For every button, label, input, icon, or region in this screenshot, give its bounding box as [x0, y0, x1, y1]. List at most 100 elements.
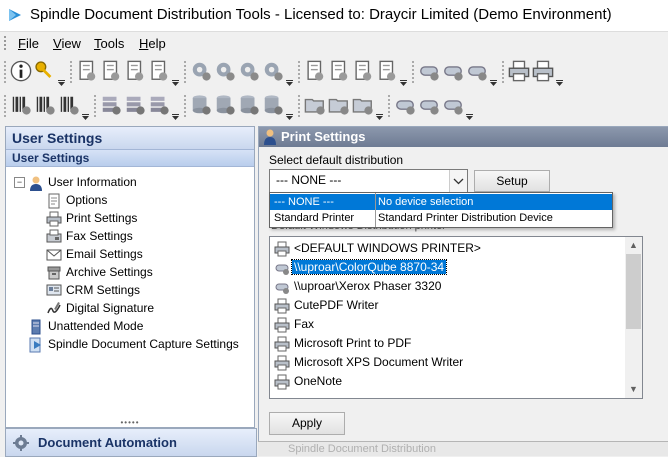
printer-list-item[interactable]: \\uproar\Xerox Phaser 3320: [274, 277, 443, 296]
form-remove-button[interactable]: [328, 60, 350, 82]
printer-remove-button[interactable]: [532, 60, 554, 82]
toolbar-grip[interactable]: [94, 95, 98, 117]
printer-list-item[interactable]: CutePDF Writer: [274, 296, 380, 315]
document-edit-button[interactable]: [124, 60, 146, 82]
document-refresh-button[interactable]: [148, 60, 170, 82]
setup-button[interactable]: Setup: [474, 170, 550, 192]
toolbar-overflow-icon[interactable]: [556, 75, 563, 86]
toolbar-overflow-icon[interactable]: [466, 109, 473, 120]
spindle-distribution-tab[interactable]: Spindle Document Distribution: [258, 441, 668, 456]
folder-add-button[interactable]: [304, 94, 326, 116]
toolbar-grip[interactable]: [70, 61, 74, 83]
scroll-down-icon[interactable]: ▼: [625, 381, 642, 398]
toolbar-overflow-icon[interactable]: [172, 109, 179, 120]
toolbar-overflow-icon[interactable]: [400, 75, 407, 86]
form-refresh-button[interactable]: [376, 60, 398, 82]
network-remove-button[interactable]: [418, 94, 440, 116]
form-edit-button[interactable]: [352, 60, 374, 82]
toolbar-grip[interactable]: [298, 61, 302, 83]
toolbar-overflow-icon[interactable]: [286, 109, 293, 120]
scroll-thumb[interactable]: [626, 254, 641, 329]
toolbar-grip[interactable]: [388, 95, 392, 117]
toolbar-grip[interactable]: [184, 95, 188, 117]
tree-item-archive-settings[interactable]: Archive Settings: [46, 263, 153, 281]
menu-tools[interactable]: Tools: [94, 36, 124, 51]
toolbar-overflow-icon[interactable]: [286, 75, 293, 86]
folder-remove-button[interactable]: [328, 94, 350, 116]
tree-item-digital-signature[interactable]: Digital Signature: [46, 299, 154, 317]
toolbar-overflow-icon[interactable]: [490, 75, 497, 86]
dropdown-option-standard-printer[interactable]: Standard Printer Standard Printer Distri…: [270, 210, 612, 226]
default-distribution-combo[interactable]: --- NONE ---: [269, 169, 468, 193]
tree-item-fax-settings[interactable]: Fax Settings: [46, 227, 133, 245]
database-remove-button[interactable]: [214, 94, 236, 116]
tree-item-spindle-document-capture-settings[interactable]: Spindle Document Capture Settings: [28, 335, 239, 353]
apply-button[interactable]: Apply: [269, 412, 345, 435]
document-automation-tab[interactable]: Document Automation: [5, 428, 257, 457]
gear-remove-button[interactable]: [214, 60, 236, 82]
toolbar-grip[interactable]: [4, 61, 8, 83]
toolbar-overflow-icon[interactable]: [58, 75, 65, 86]
stack-edit-button[interactable]: [148, 94, 170, 116]
barcode-add-button[interactable]: [10, 94, 32, 116]
printer-icon: [274, 298, 290, 314]
database-add-button[interactable]: [190, 94, 212, 116]
printer-list-item[interactable]: OneNote: [274, 372, 344, 391]
tree-item-print-settings[interactable]: Print Settings: [46, 209, 137, 227]
network-add-button[interactable]: [394, 94, 416, 116]
tree-item-unattended-mode[interactable]: Unattended Mode: [28, 317, 143, 335]
dropdown-option-none[interactable]: --- NONE --- No device selection: [270, 194, 612, 210]
document-remove-icon: [103, 60, 120, 81]
printer-name: OneNote: [294, 374, 343, 388]
database-edit-button[interactable]: [238, 94, 260, 116]
network-edit-button[interactable]: [442, 94, 464, 116]
document-add-button[interactable]: [76, 60, 98, 82]
toolbar-grip[interactable]: [4, 95, 8, 117]
scroll-up-icon[interactable]: ▲: [625, 237, 642, 254]
tree-item-user-information[interactable]: User Information: [28, 173, 137, 191]
link-add-button[interactable]: [418, 60, 440, 82]
printer-list-scrollbar[interactable]: ▲ ▼: [625, 237, 642, 398]
stack-edit-icon: [150, 96, 169, 115]
tree-item-crm-settings[interactable]: CRM Settings: [46, 281, 140, 299]
menu-view[interactable]: View: [53, 36, 81, 51]
menu-help[interactable]: Help: [139, 36, 166, 51]
gear-add-button[interactable]: [190, 60, 212, 82]
form-add-button[interactable]: [304, 60, 326, 82]
gear-edit-button[interactable]: [238, 60, 260, 82]
stack-add-button[interactable]: [100, 94, 122, 116]
toolbar-overflow-icon[interactable]: [172, 75, 179, 86]
key-button[interactable]: [34, 60, 56, 82]
toolbar-grip[interactable]: [184, 61, 188, 83]
printer-list-item[interactable]: <DEFAULT WINDOWS PRINTER>: [274, 239, 483, 258]
link-edit-button[interactable]: [466, 60, 488, 82]
stack-remove-button[interactable]: [124, 94, 146, 116]
printer-list[interactable]: <DEFAULT WINDOWS PRINTER> \\uproar\ColorQ…: [269, 236, 643, 399]
info-button[interactable]: [10, 60, 32, 82]
toolbar-overflow-icon[interactable]: [376, 109, 383, 120]
folder-edit-button[interactable]: [352, 94, 374, 116]
tree-item-email-settings[interactable]: Email Settings: [46, 245, 143, 263]
collapse-icon[interactable]: −: [14, 177, 25, 188]
gear-refresh-button[interactable]: [262, 60, 284, 82]
barcode-edit-button[interactable]: [58, 94, 80, 116]
user-settings-subheader[interactable]: User Settings: [6, 150, 254, 167]
printer-list-item[interactable]: Microsoft Print to PDF: [274, 334, 413, 353]
toolbar-overflow-icon[interactable]: [82, 109, 89, 120]
printer-add-button[interactable]: [508, 60, 530, 82]
toolbar-grip[interactable]: [298, 95, 302, 117]
document-remove-button[interactable]: [100, 60, 122, 82]
printer-list-item[interactable]: Fax: [274, 315, 316, 334]
toolbar-grip[interactable]: [412, 61, 416, 83]
tree-item-options[interactable]: Options: [46, 191, 107, 209]
printer-list-item[interactable]: \\uproar\ColorQube 8870-34: [274, 258, 448, 277]
barcode-remove-button[interactable]: [34, 94, 56, 116]
panel-splitter[interactable]: •••••: [5, 418, 255, 427]
stack-add-icon: [102, 96, 121, 115]
combo-dropdown-button[interactable]: [449, 170, 467, 192]
database-refresh-button[interactable]: [262, 94, 284, 116]
link-remove-button[interactable]: [442, 60, 464, 82]
printer-list-item[interactable]: Microsoft XPS Document Writer: [274, 353, 465, 372]
toolbar-grip[interactable]: [502, 61, 506, 83]
menu-file[interactable]: File: [18, 36, 39, 51]
